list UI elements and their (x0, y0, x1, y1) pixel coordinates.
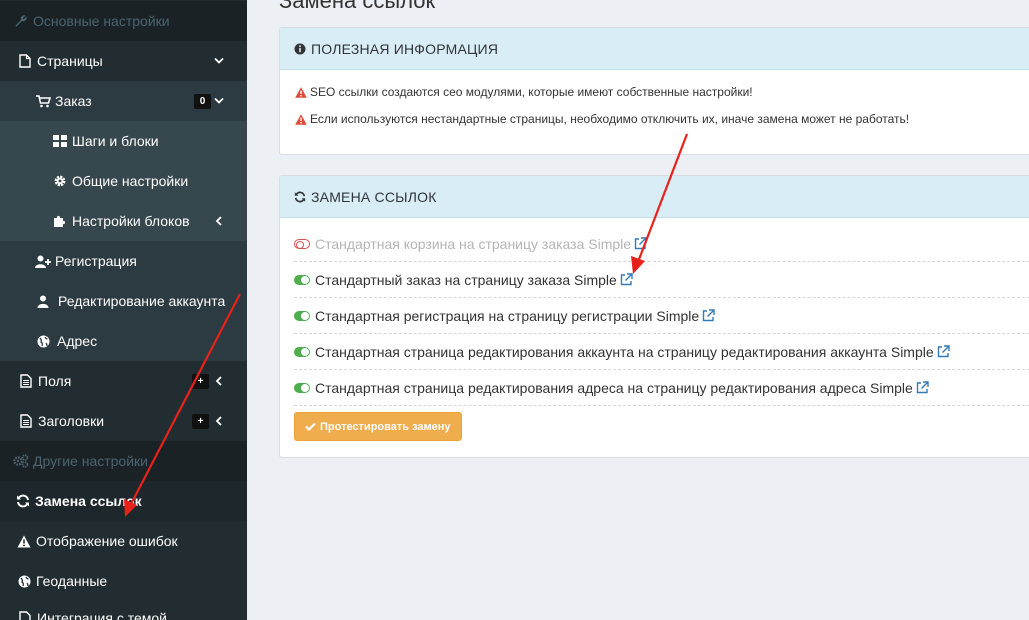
sidebar-item-block-settings[interactable]: Настройки блоков (0, 201, 247, 241)
info-box-header: ПОЛЕЗНАЯ ИНФОРМАЦИЯ (280, 28, 1029, 70)
info-line: SEO ссылки создаются сео модулями, котор… (295, 85, 753, 99)
file-text-icon (18, 413, 34, 429)
chevron-down-icon[interactable] (211, 53, 227, 69)
external-link-icon[interactable] (620, 273, 633, 286)
file-icon (17, 53, 33, 69)
warning-icon (295, 86, 307, 98)
puzzle-icon (52, 213, 68, 229)
external-link-icon[interactable] (916, 381, 929, 394)
swap-row-registration: Стандартная регистрация на страницу реги… (294, 298, 1029, 334)
toggle-on-icon[interactable] (294, 274, 310, 285)
sidebar-item-fields[interactable]: Поля + (0, 361, 247, 401)
external-link-icon[interactable] (937, 345, 950, 358)
sidebar-item-label: Адрес (57, 333, 98, 349)
user-plus-icon (35, 253, 51, 269)
sidebar-item-geodata[interactable]: Геоданные (0, 561, 247, 601)
sidebar-item-label: Заголовки (38, 413, 105, 429)
swap-row-account: Стандартная страница редактирования акка… (294, 334, 1029, 370)
user-icon (35, 293, 51, 309)
swap-row-label: Стандартная регистрация на страницу реги… (315, 307, 700, 324)
sidebar-item-label: Другие настройки (33, 453, 148, 469)
link-replacement-title: ЗАМЕНА ССЫЛОК (311, 188, 437, 205)
sidebar-item-address[interactable]: Адрес (0, 321, 247, 361)
sidebar-item-label: Геоданные (36, 573, 108, 589)
sidebar-item-link-replacement[interactable]: Замена ссылок (0, 481, 247, 521)
sidebar: Основные настройки Страницы Заказ 0 Шаги… (0, 0, 247, 620)
sidebar-item-error-display[interactable]: Отображение ошибок (0, 521, 247, 561)
sidebar-item-general-settings[interactable]: Общие настройки (0, 161, 247, 201)
sidebar-item-label: Общие настройки (72, 173, 189, 189)
sidebar-item-label: Страницы (37, 53, 103, 69)
sidebar-item-label: Редактирование аккаунта (58, 293, 226, 309)
toggle-on-icon[interactable] (294, 346, 310, 357)
info-icon (294, 43, 306, 55)
chevron-left-icon[interactable] (211, 213, 227, 229)
chevron-left-icon[interactable] (211, 373, 227, 389)
chevron-down-icon[interactable] (211, 93, 227, 109)
sidebar-item-label: Основные настройки (33, 13, 170, 29)
sidebar-item-edit-account[interactable]: Редактирование аккаунта (0, 281, 247, 321)
swap-row-order: Стандартный заказ на страницу заказа Sim… (294, 262, 1029, 298)
sidebar-item-label: Шаги и блоки (72, 133, 159, 149)
swap-row-cart: Стандартная корзина на страницу заказа S… (294, 226, 1029, 262)
external-link-icon[interactable] (634, 237, 647, 250)
sidebar-section-other-settings[interactable]: Другие настройки (0, 441, 247, 481)
swap-row-address: Стандартная страница редактирования адре… (294, 370, 1029, 406)
refresh-icon (15, 493, 31, 509)
globe-icon (35, 333, 51, 349)
sidebar-item-label: Поля (38, 373, 72, 389)
info-line: Если используются нестандартные страницы… (295, 112, 909, 126)
sidebar-item-registration[interactable]: Регистрация (0, 241, 247, 281)
toggle-off-icon[interactable] (294, 238, 310, 249)
grid-icon (52, 133, 68, 149)
sidebar-item-label: Регистрация (55, 253, 137, 269)
swap-row-label: Стандартный заказ на страницу заказа Sim… (315, 271, 617, 288)
sidebar-item-theme-integration[interactable]: Интеграция с темой (0, 598, 247, 620)
plus-badge: + (192, 374, 209, 389)
warning-icon (16, 533, 32, 549)
file-text-icon (18, 373, 34, 389)
sidebar-item-label: Интеграция с темой (37, 610, 167, 620)
sidebar-item-label: Заказ (55, 93, 92, 109)
sidebar-item-steps-blocks[interactable]: Шаги и блоки (0, 121, 247, 161)
wrench-icon (13, 13, 29, 29)
cart-icon (35, 93, 51, 109)
sidebar-item-label: Настройки блоков (72, 213, 190, 229)
swap-row-label: Стандартная страница редактирования акка… (315, 343, 934, 360)
info-line-text: Если используются нестандартные страницы… (310, 112, 910, 126)
gears-icon (13, 453, 29, 469)
sidebar-item-headers[interactable]: Заголовки + (0, 401, 247, 441)
file-icon (17, 610, 33, 620)
toggle-on-icon[interactable] (294, 382, 310, 393)
sidebar-section-main-settings[interactable]: Основные настройки (0, 1, 247, 41)
sidebar-item-label: Отображение ошибок (36, 533, 178, 549)
gear-icon (52, 173, 68, 189)
info-line-text: SEO ссылки создаются сео модулями, котор… (310, 85, 753, 99)
main-content: Замена ссылок ПОЛЕЗНАЯ ИНФОРМАЦИЯ SEO сс… (247, 0, 1029, 620)
warning-icon (295, 113, 307, 125)
sidebar-item-pages[interactable]: Страницы (0, 41, 247, 81)
swap-row-label: Стандартная страница редактирования адре… (315, 379, 913, 396)
link-replacement-header: ЗАМЕНА ССЫЛОК (280, 176, 1029, 218)
info-box: ПОЛЕЗНАЯ ИНФОРМАЦИЯ SEO ссылки создаются… (279, 27, 1029, 155)
sidebar-item-label: Замена ссылок (35, 493, 142, 509)
sidebar-item-order[interactable]: Заказ 0 (0, 81, 247, 121)
info-box-title: ПОЛЕЗНАЯ ИНФОРМАЦИЯ (311, 40, 499, 57)
refresh-icon (294, 191, 306, 203)
page-title: Замена ссылок (279, 0, 436, 13)
check-icon (305, 422, 316, 431)
toggle-on-icon[interactable] (294, 310, 310, 321)
button-label: Протестировать замену (320, 420, 451, 433)
test-replacement-button[interactable]: Протестировать замену (294, 412, 462, 441)
swap-row-label: Стандартная корзина на страницу заказа S… (315, 235, 632, 252)
plus-badge: + (192, 414, 209, 429)
globe-icon (16, 573, 32, 589)
count-badge: 0 (194, 94, 211, 109)
link-replacement-box: ЗАМЕНА ССЫЛОК Стандартная корзина на стр… (279, 175, 1029, 458)
external-link-icon[interactable] (702, 309, 715, 322)
chevron-left-icon[interactable] (211, 413, 227, 429)
